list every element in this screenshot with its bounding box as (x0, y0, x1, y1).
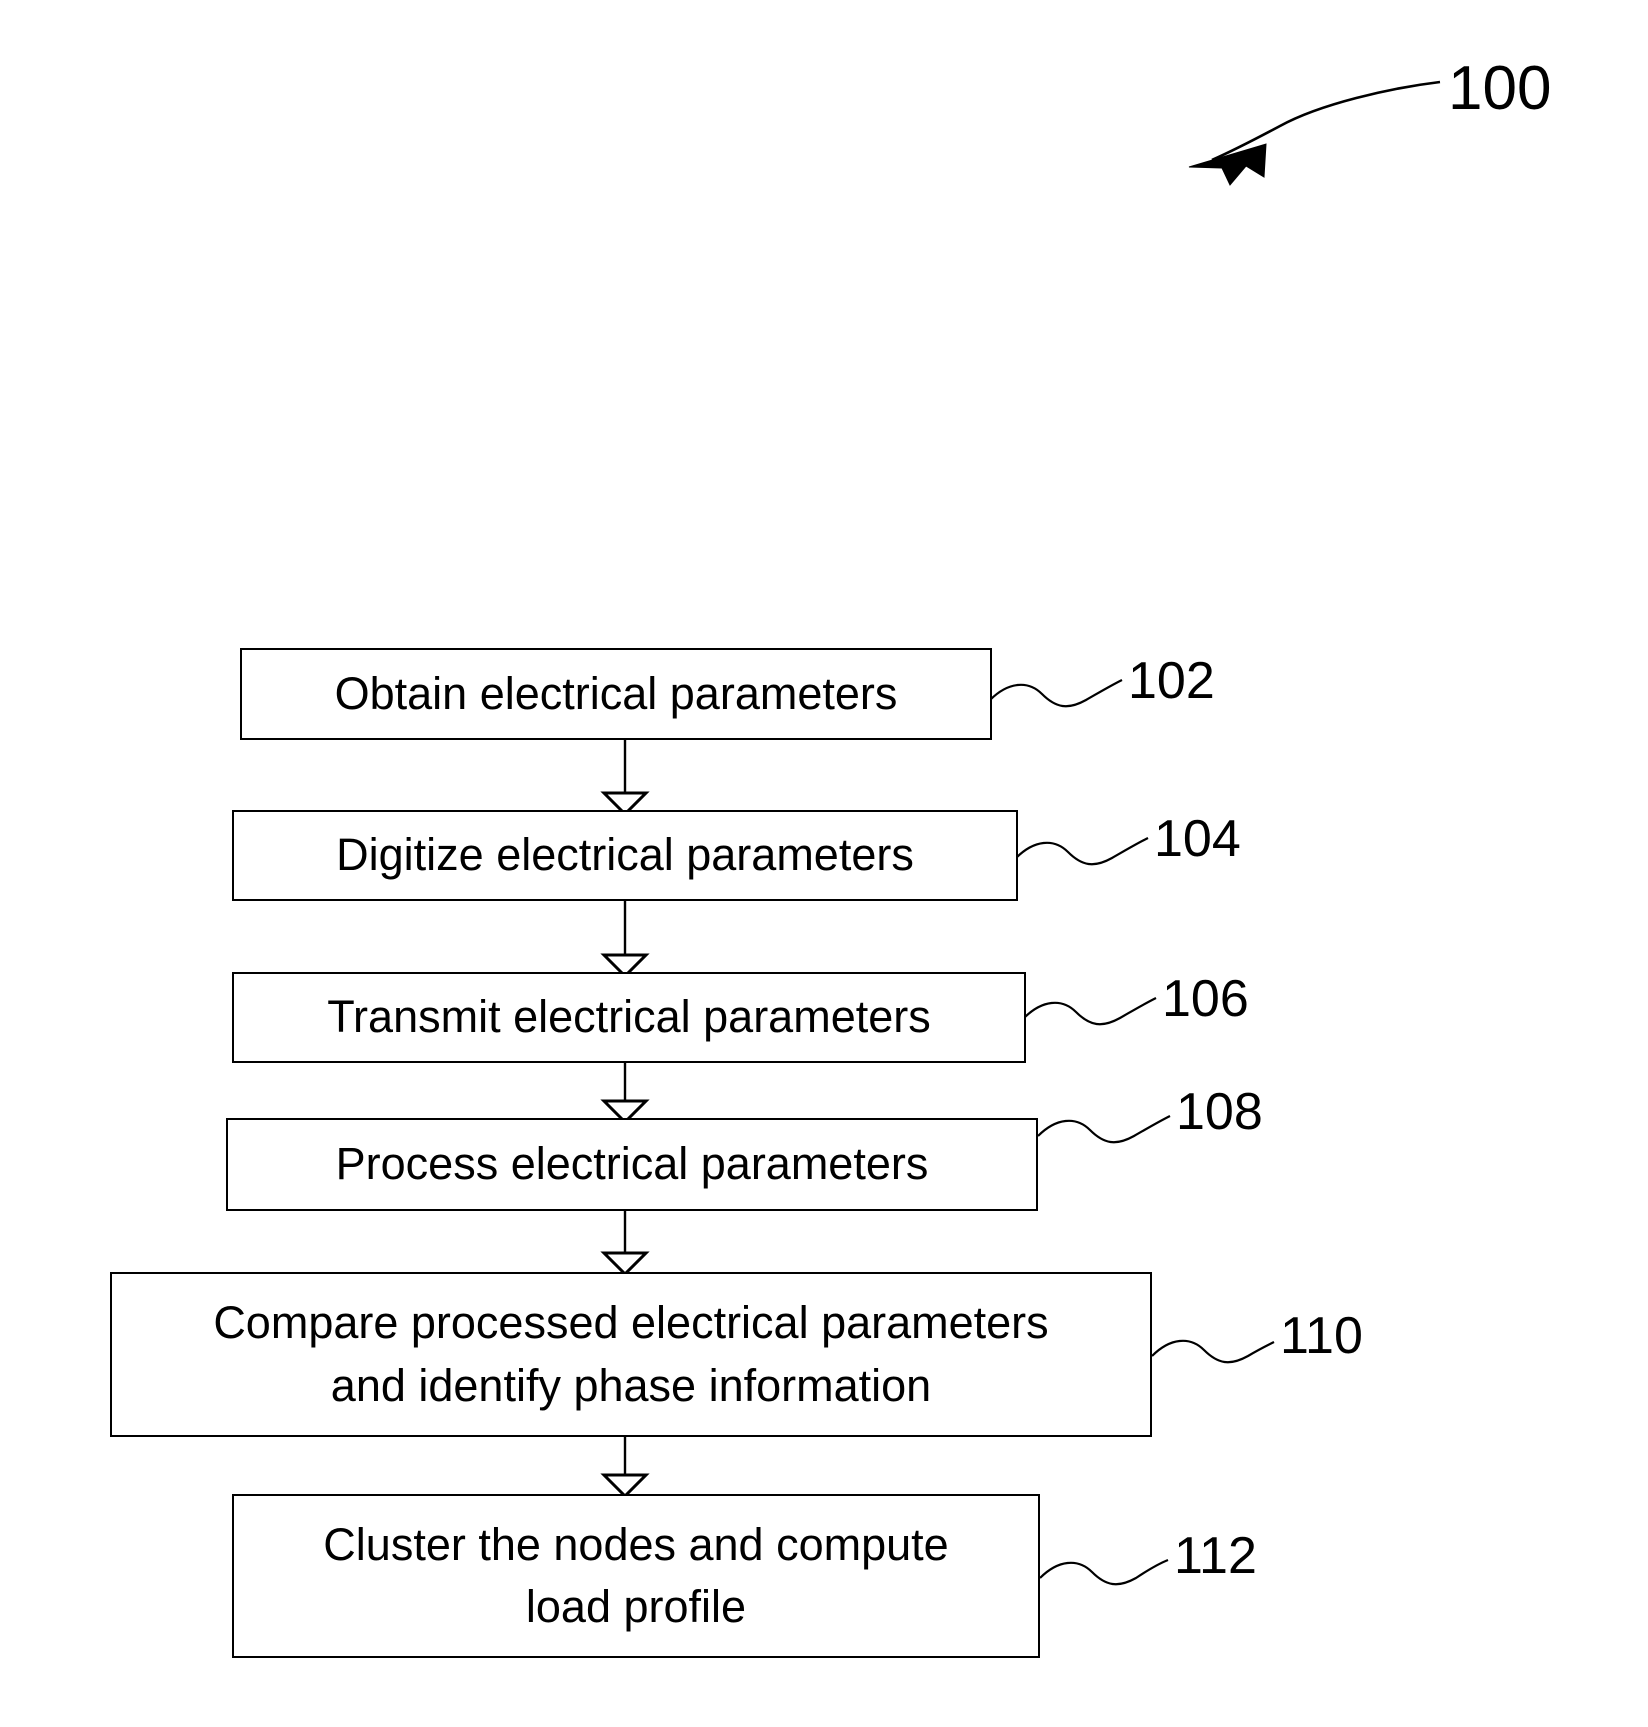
connector-108-to-110 (600, 1211, 650, 1277)
leader-line-112 (1039, 1558, 1169, 1586)
flow-step-label-102: Obtain electrical parameters (334, 667, 898, 719)
flow-step-label-106: Transmit electrical parameters (327, 991, 931, 1043)
figure-pointer-arrow (1188, 80, 1441, 186)
reference-number-104: 104 (1154, 810, 1241, 868)
flow-step-label-110: Compare processed electrical parameters … (213, 1297, 1049, 1411)
flow-step-box-112[interactable]: Cluster the nodes and compute load profi… (232, 1494, 1040, 1658)
reference-number-112: 112 (1174, 1527, 1257, 1585)
leader-line-110 (1151, 1339, 1275, 1364)
connector-104-to-106 (600, 901, 650, 979)
flow-step-label-108: Process electrical parameters (335, 1138, 929, 1190)
reference-number-102: 102 (1128, 652, 1215, 710)
flow-step-label-104: Digitize electrical parameters (336, 829, 914, 881)
leader-line-108 (1037, 1115, 1171, 1144)
figure-reference-100: 100 (1448, 54, 1552, 123)
flow-step-box-110[interactable]: Compare processed electrical parameters … (110, 1272, 1152, 1437)
figure-canvas: 100 Obtain electrical parameters 102 Dig… (0, 0, 1648, 1727)
reference-number-108: 108 (1176, 1083, 1263, 1141)
connector-110-to-112 (600, 1437, 650, 1499)
flow-step-box-104[interactable]: Digitize electrical parameters (232, 810, 1018, 901)
leader-line-106 (1023, 997, 1157, 1026)
connector-106-to-108 (600, 1063, 650, 1125)
reference-number-106: 106 (1162, 970, 1249, 1028)
reference-number-110: 110 (1280, 1307, 1363, 1365)
connector-102-to-104 (600, 740, 650, 817)
flow-step-box-102[interactable]: Obtain electrical parameters (240, 648, 992, 740)
flow-step-box-108[interactable]: Process electrical parameters (226, 1118, 1038, 1211)
leader-line-104 (1015, 837, 1149, 866)
flow-step-label-112: Cluster the nodes and compute load profi… (323, 1518, 949, 1632)
flow-step-box-106[interactable]: Transmit electrical parameters (232, 972, 1026, 1063)
leader-line-102 (989, 679, 1123, 708)
